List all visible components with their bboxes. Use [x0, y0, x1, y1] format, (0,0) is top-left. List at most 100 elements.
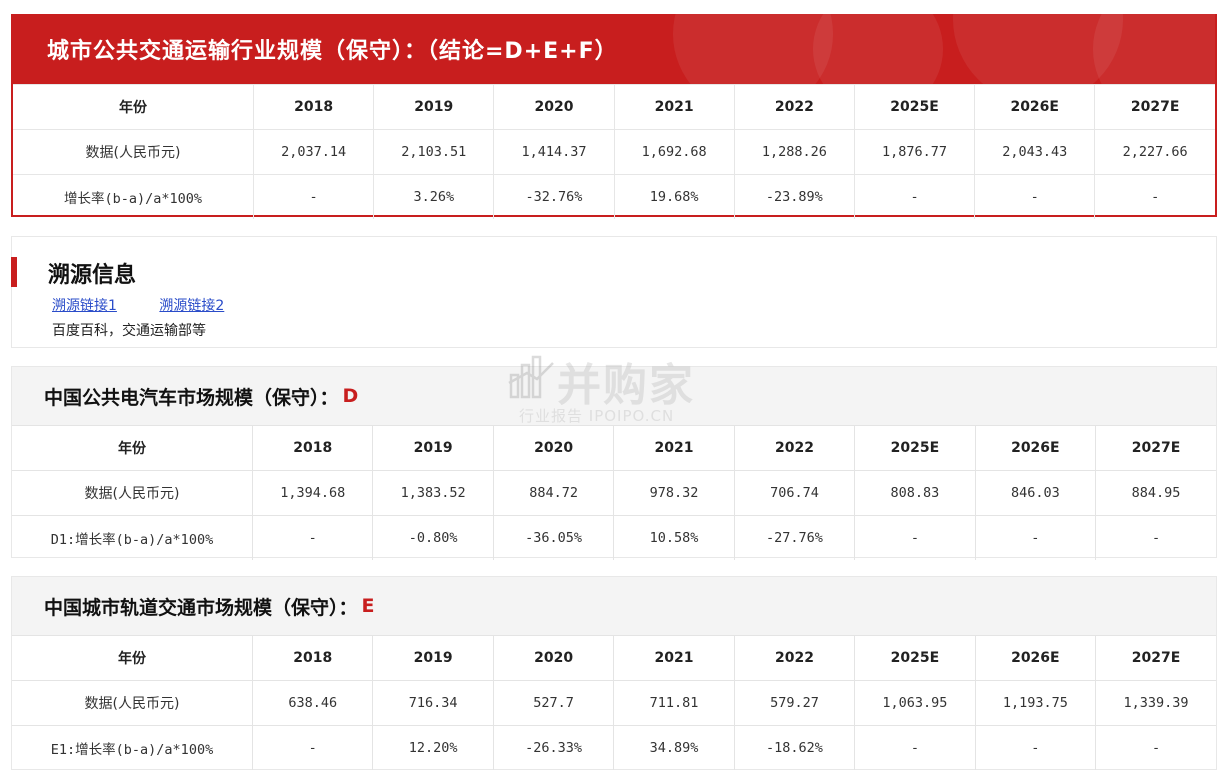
growth-cell: -27.76%: [733, 515, 856, 560]
year-cell: 2027E: [1095, 635, 1216, 681]
year-cell: 2027E: [1094, 84, 1215, 130]
value-cell: 808.83: [854, 470, 976, 516]
rail-market-card: 中国城市轨道交通市场规模（保守）： E 年份 2018 2019 2020 20…: [11, 576, 1217, 770]
growth-cell: -: [853, 174, 976, 219]
main-card-title: 城市公共交通运输行业规模（保守）：（结论=D+E+F）: [47, 39, 618, 64]
rail-market-title: 中国城市轨道交通市场规模（保守）：: [44, 596, 358, 619]
year-header: 年份: [12, 635, 253, 681]
year-cell: 2026E: [974, 635, 1097, 681]
value-cell: 706.74: [733, 470, 856, 516]
value-cell: 2,043.43: [974, 129, 1096, 175]
growth-cell: -: [1095, 725, 1216, 770]
value-cell: 1,339.39: [1095, 680, 1216, 726]
growth-cell: 3.26%: [373, 174, 495, 219]
growth-cell: -: [1095, 515, 1216, 560]
year-cell: 2019: [372, 635, 494, 681]
bus-market-card: 中国公共电汽车市场规模（保守）： D 年份 2018 2019 2020 202…: [11, 366, 1217, 560]
year-cell: 2022: [733, 84, 855, 130]
value-cell: 716.34: [372, 680, 494, 726]
value-cell: 1,193.75: [974, 680, 1097, 726]
year-cell: 2020: [492, 425, 615, 471]
trace-link-2[interactable]: 溯源链接2: [159, 298, 224, 314]
growth-row-label: E1:增长率(b-a)/a*100%: [12, 725, 253, 770]
main-industry-card: 城市公共交通运输行业规模（保守）：（结论=D+E+F） 年份 2018 2019…: [11, 14, 1217, 219]
year-cell: 2025E: [854, 425, 976, 471]
value-cell: 638.46: [251, 680, 374, 726]
year-cell: 2022: [733, 635, 856, 681]
value-cell: 2,227.66: [1094, 129, 1215, 175]
data-row-label: 数据(人民币元): [12, 470, 253, 516]
trace-links: 溯源链接1 溯源链接2: [52, 295, 262, 315]
year-cell: 2026E: [974, 425, 1097, 471]
year-cell: 2027E: [1095, 425, 1216, 471]
data-row-label: 数据(人民币元): [12, 680, 253, 726]
value-cell: 1,394.68: [251, 470, 374, 516]
table-row: 年份 2018 2019 2020 2021 2022 2025E 2026E …: [12, 425, 1216, 471]
growth-cell: -0.80%: [372, 515, 494, 560]
growth-cell: -: [251, 725, 374, 770]
value-cell: 1,063.95: [854, 680, 976, 726]
year-cell: 2025E: [853, 84, 976, 130]
year-cell: 2026E: [974, 84, 1096, 130]
table-row: E1:增长率(b-a)/a*100% - 12.20% -26.33% 34.8…: [12, 725, 1216, 770]
data-row-label: 数据(人民币元): [13, 129, 254, 175]
value-cell: 527.7: [492, 680, 615, 726]
value-cell: 884.95: [1095, 470, 1216, 516]
rail-market-header: 中国城市轨道交通市场规模（保守）： E: [12, 577, 1216, 635]
growth-cell: -23.89%: [733, 174, 855, 219]
value-cell: 884.72: [492, 470, 615, 516]
trace-source-text: 百度百科，交通运输部等: [52, 323, 206, 339]
table-row: 年份 2018 2019 2020 2021 2022 2025E 2026E …: [13, 84, 1215, 130]
year-cell: 2018: [252, 84, 375, 130]
year-header: 年份: [12, 425, 253, 471]
bus-market-header: 中国公共电汽车市场规模（保守）： D: [12, 367, 1216, 425]
table-row: 数据(人民币元) 2,037.14 2,103.51 1,414.37 1,69…: [13, 129, 1215, 175]
growth-cell: -26.33%: [492, 725, 615, 770]
trace-info-card: 溯源信息 溯源链接1 溯源链接2 百度百科，交通运输部等: [11, 236, 1217, 348]
value-cell: 1,692.68: [613, 129, 735, 175]
value-cell: 2,037.14: [252, 129, 375, 175]
year-cell: 2019: [373, 84, 495, 130]
rail-market-table: 年份 2018 2019 2020 2021 2022 2025E 2026E …: [12, 635, 1216, 770]
section-tag-e: E: [361, 595, 375, 617]
table-row: 年份 2018 2019 2020 2021 2022 2025E 2026E …: [12, 635, 1216, 681]
value-cell: 711.81: [613, 680, 735, 726]
value-cell: 1,288.26: [733, 129, 855, 175]
trace-title: 溯源信息: [48, 263, 137, 288]
value-cell: 1,876.77: [853, 129, 976, 175]
section-tag-d: D: [342, 385, 359, 407]
trace-link-1[interactable]: 溯源链接1: [52, 298, 117, 314]
year-cell: 2020: [492, 635, 615, 681]
year-cell: 2022: [733, 425, 856, 471]
growth-cell: -: [252, 174, 375, 219]
table-row: 增长率(b-a)/a*100% - 3.26% -32.76% 19.68% -…: [13, 174, 1215, 219]
table-row: 数据(人民币元) 1,394.68 1,383.52 884.72 978.32…: [12, 470, 1216, 516]
value-cell: 2,103.51: [373, 129, 495, 175]
growth-cell: 34.89%: [613, 725, 735, 770]
growth-cell: -32.76%: [493, 174, 615, 219]
year-cell: 2019: [372, 425, 494, 471]
growth-row-label: 增长率(b-a)/a*100%: [13, 174, 254, 219]
growth-cell: -: [251, 515, 374, 560]
growth-cell: 12.20%: [372, 725, 494, 770]
growth-cell: 19.68%: [613, 174, 735, 219]
year-cell: 2018: [251, 425, 374, 471]
year-cell: 2021: [613, 635, 735, 681]
growth-cell: -18.62%: [733, 725, 856, 770]
value-cell: 579.27: [733, 680, 856, 726]
value-cell: 1,414.37: [493, 129, 615, 175]
growth-cell: -: [854, 515, 976, 560]
year-cell: 2021: [613, 425, 735, 471]
growth-cell: 10.58%: [613, 515, 735, 560]
growth-cell: -: [974, 515, 1097, 560]
main-data-table: 年份 2018 2019 2020 2021 2022 2025E 2026E …: [13, 84, 1215, 219]
growth-cell: -: [974, 174, 1096, 219]
year-header: 年份: [13, 84, 254, 130]
value-cell: 978.32: [613, 470, 735, 516]
bus-market-title: 中国公共电汽车市场规模（保守）：: [44, 386, 339, 409]
year-cell: 2021: [613, 84, 735, 130]
value-cell: 1,383.52: [372, 470, 494, 516]
year-cell: 2025E: [854, 635, 976, 681]
table-row: 数据(人民币元) 638.46 716.34 527.7 711.81 579.…: [12, 680, 1216, 726]
growth-cell: -: [854, 725, 976, 770]
